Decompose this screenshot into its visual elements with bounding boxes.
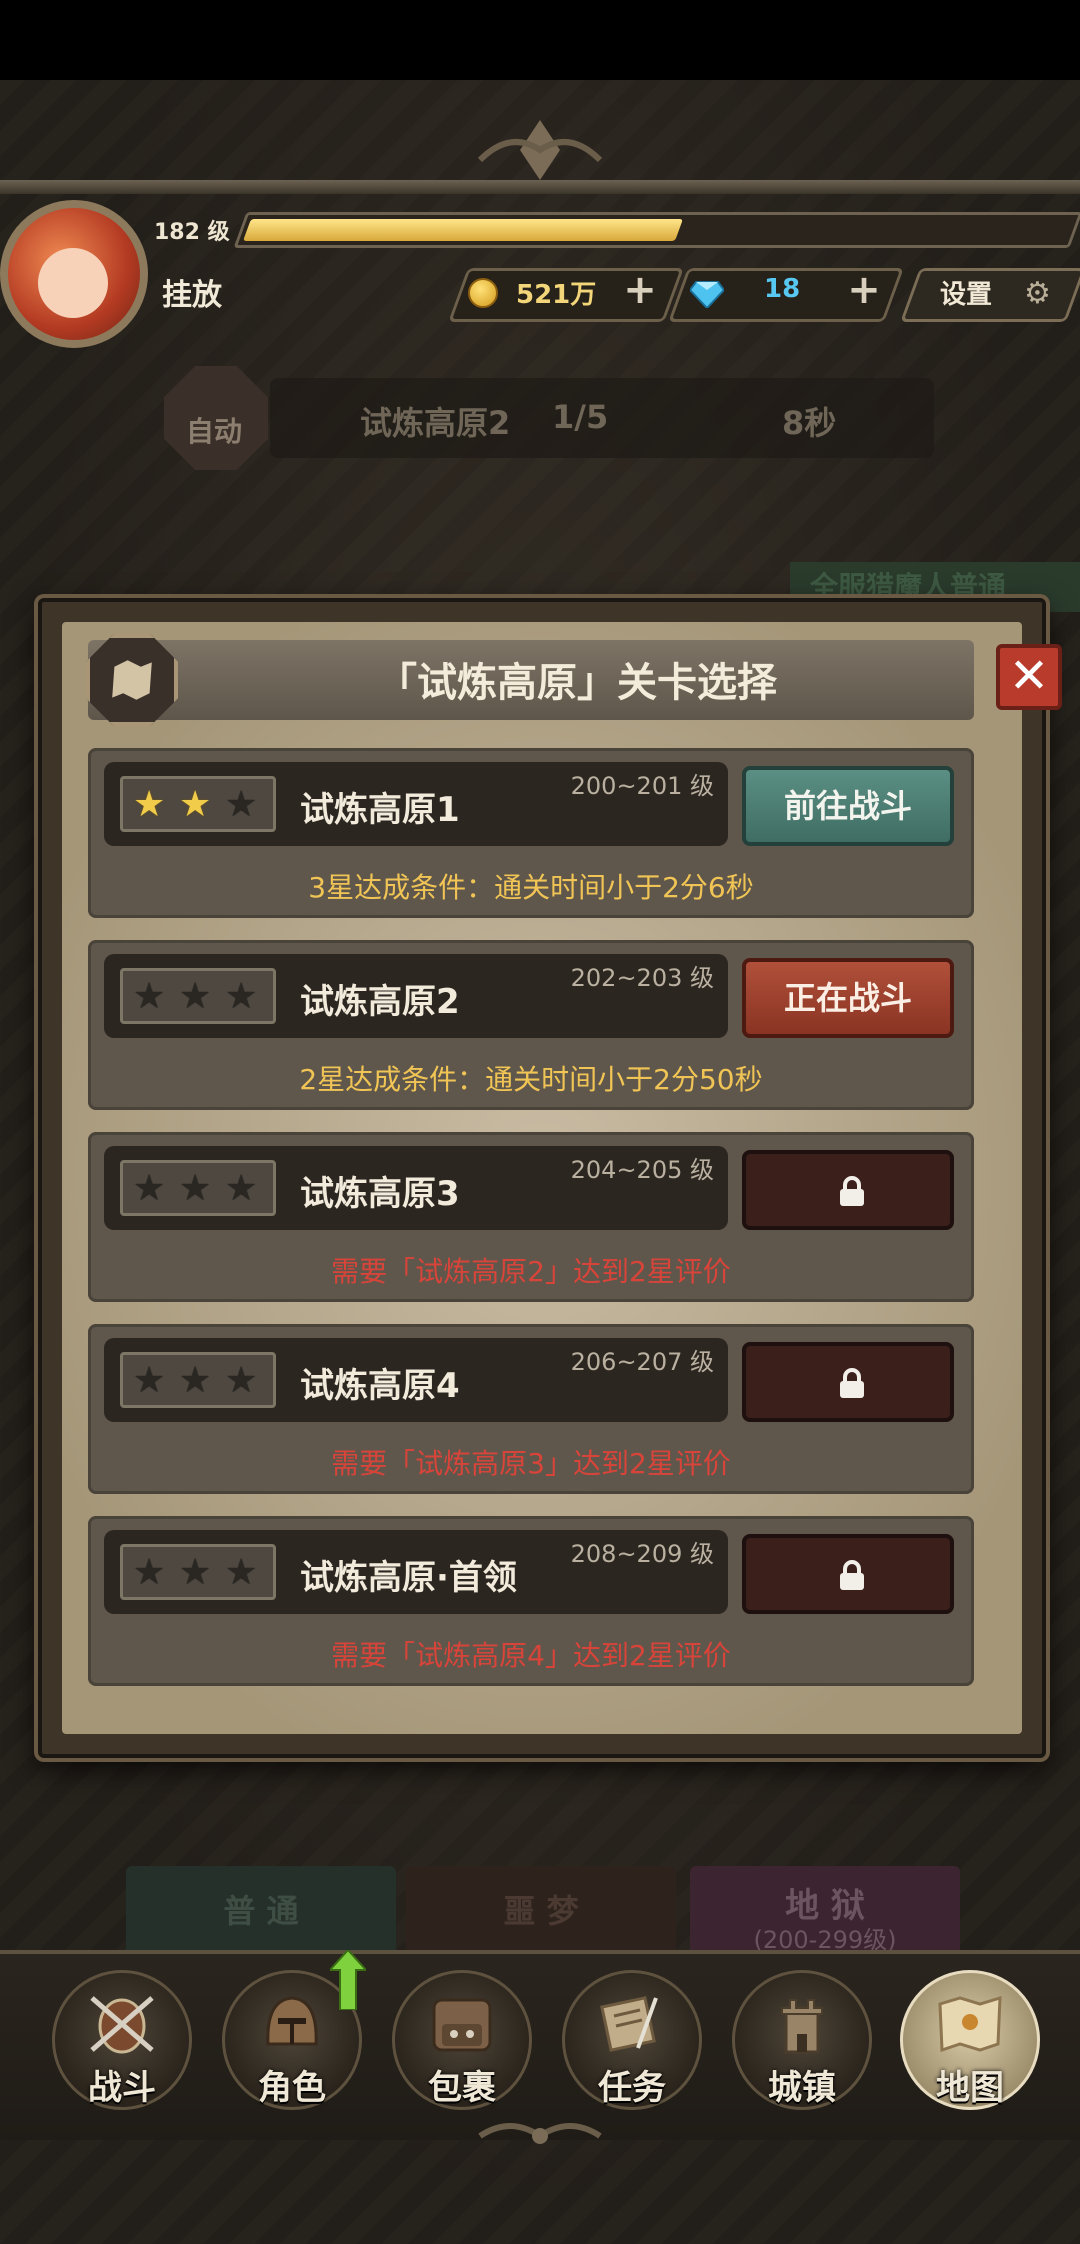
tower-icon — [781, 1999, 823, 2054]
stage-card: ★ ★ ★ 试炼高原2 202~203 级正在战斗 2星达成条件：通关时间小于2分50秒 — [88, 940, 974, 1110]
tab-normal[interactable]: 普 通 — [126, 1866, 396, 1956]
add-gold-button[interactable]: + — [618, 270, 662, 314]
player-avatar[interactable] — [0, 200, 148, 348]
star-rating: ★ ★ ★ — [120, 968, 276, 1024]
stage-name: 试炼高原4 — [300, 1366, 460, 1406]
stage-level-range: 204~205 级 — [570, 1156, 714, 1184]
star-icon: ★ — [133, 1552, 166, 1593]
helmet-icon — [266, 1996, 318, 2046]
star-icon: ★ — [225, 976, 258, 1017]
stage-card: ★ ★ ★ 试炼高原·首领 208~209 级需要「试炼高原4」达到2星评价 — [88, 1516, 974, 1686]
tab-hell[interactable]: 地 狱 (200-299级) — [690, 1866, 960, 1956]
star-rating: ★ ★ ★ — [120, 1352, 276, 1408]
nav-label: 任务 — [598, 2068, 666, 2108]
stage-name: 试炼高原1 — [300, 790, 460, 830]
status-bar — [0, 0, 1080, 80]
xp-bar — [233, 212, 1080, 248]
battle-icon — [90, 1996, 154, 2054]
nav-label: 战斗 — [88, 2068, 156, 2108]
fighting-button[interactable]: 正在战斗 — [742, 958, 954, 1038]
star-icon: ★ — [179, 976, 212, 1017]
backpack-icon — [432, 1998, 492, 2052]
nav-label: 地图 — [936, 2068, 1004, 2108]
stage-row: ★ ★ ★ 试炼高原1 200~201 级 — [104, 762, 728, 846]
star-icon: ★ — [179, 1168, 212, 1209]
stage-name: 试炼高原2 — [300, 982, 460, 1022]
star-icon: ★ — [225, 1552, 258, 1593]
star-icon: ★ — [133, 976, 166, 1017]
stage-condition: 3星达成条件：通关时间小于2分6秒 — [308, 871, 754, 904]
stage-condition: 需要「试炼高原2」达到2星评价 — [331, 1255, 731, 1288]
dialog-title: 「试炼高原」关卡选择 — [377, 660, 777, 706]
nav-label: 包裹 — [428, 2068, 496, 2108]
nav-item-map[interactable]: 地图 — [890, 1960, 1050, 2110]
stage-level-range: 200~201 级 — [570, 772, 714, 800]
stage-level-range: 202~203 级 — [570, 964, 714, 992]
current-stage-name: 试炼高原2 — [360, 404, 511, 442]
locked-stage-button[interactable] — [742, 1534, 954, 1614]
star-icon: ★ — [133, 784, 166, 825]
go-battle-button[interactable]: 前往战斗 — [742, 766, 954, 846]
stage-row: ★ ★ ★ 试炼高原3 204~205 级 — [104, 1146, 728, 1230]
lock-icon — [840, 1368, 864, 1398]
tab-nightmare[interactable]: 噩 梦 — [406, 1866, 676, 1956]
add-gem-button[interactable]: + — [842, 270, 886, 314]
stage-condition: 2星达成条件：通关时间小于2分50秒 — [299, 1063, 763, 1096]
stage-condition: 需要「试炼高原4」达到2星评价 — [331, 1639, 731, 1672]
nav-label: 城镇 — [768, 2068, 836, 2108]
nav-item-backpack[interactable]: 包裹 — [382, 1960, 542, 2110]
gear-icon: ⚙ — [1024, 276, 1051, 311]
locked-stage-button[interactable] — [742, 1342, 954, 1422]
stage-condition: 需要「试炼高原3」达到2星评价 — [331, 1447, 731, 1480]
star-icon: ★ — [179, 784, 212, 825]
star-icon: ★ — [225, 1360, 258, 1401]
lock-icon — [840, 1176, 864, 1206]
star-icon: ★ — [225, 784, 258, 825]
diamond-icon — [690, 281, 724, 308]
gold-amount: 521万 — [516, 280, 597, 310]
stage-row: ★ ★ ★ 试炼高原·首领 208~209 级 — [104, 1530, 728, 1614]
current-stage-progress: 1/5 — [552, 398, 609, 436]
star-rating: ★ ★ ★ — [120, 776, 276, 832]
gem-amount: 18 — [764, 274, 801, 304]
header-frame — [0, 180, 1080, 194]
star-icon: ★ — [133, 1360, 166, 1401]
star-icon: ★ — [133, 1168, 166, 1209]
map-icon — [938, 1995, 1002, 2053]
stage-card: ★ ★ ★ 试炼高原3 204~205 级需要「试炼高原2」达到2星评价 — [88, 1132, 974, 1302]
nav-item-battle[interactable]: 战斗 — [42, 1960, 202, 2110]
scroll-icon — [600, 1996, 658, 2052]
current-stage-timer: 8秒 — [782, 404, 837, 442]
stage-row: ★ ★ ★ 试炼高原4 206~207 级 — [104, 1338, 728, 1422]
stage-level-range: 206~207 级 — [570, 1348, 714, 1376]
avatar-face — [38, 248, 108, 318]
nav-item-tower[interactable]: 城镇 — [722, 1960, 882, 2110]
nav-item-scroll[interactable]: 任务 — [552, 1960, 712, 2110]
stage-card: ★ ★ ★ 试炼高原1 200~201 级前往战斗 3星达成条件：通关时间小于2分6秒 — [88, 748, 974, 918]
xp-bar-fill — [242, 219, 683, 241]
gold-coin-icon — [468, 278, 498, 308]
stage-card: ★ ★ ★ 试炼高原4 206~207 级需要「试炼高原3」达到2星评价 — [88, 1324, 974, 1494]
locked-stage-button[interactable] — [742, 1150, 954, 1230]
player-name: 挂放 — [162, 278, 222, 313]
stage-name: 试炼高原3 — [300, 1174, 460, 1214]
star-rating: ★ ★ ★ — [120, 1544, 276, 1600]
stage-level-range: 208~209 级 — [570, 1540, 714, 1568]
star-icon: ★ — [179, 1360, 212, 1401]
star-rating: ★ ★ ★ — [120, 1160, 276, 1216]
nav-label: 角色 — [258, 2068, 326, 2108]
stage-row: ★ ★ ★ 试炼高原2 202~203 级 — [104, 954, 728, 1038]
stage-name: 试炼高原·首领 — [300, 1558, 517, 1598]
auto-label: 自动 — [186, 415, 243, 448]
close-button[interactable]: ✕ — [996, 644, 1062, 710]
star-icon: ★ — [225, 1168, 258, 1209]
player-level: 182 级 — [154, 220, 230, 245]
star-icon: ★ — [179, 1552, 212, 1593]
upgrade-arrow-icon — [330, 1950, 366, 2010]
top-ornament-icon — [477, 120, 603, 180]
bottom-ornament-icon — [478, 2123, 602, 2144]
lock-icon — [840, 1560, 864, 1590]
settings-label: 设置 — [940, 280, 993, 310]
